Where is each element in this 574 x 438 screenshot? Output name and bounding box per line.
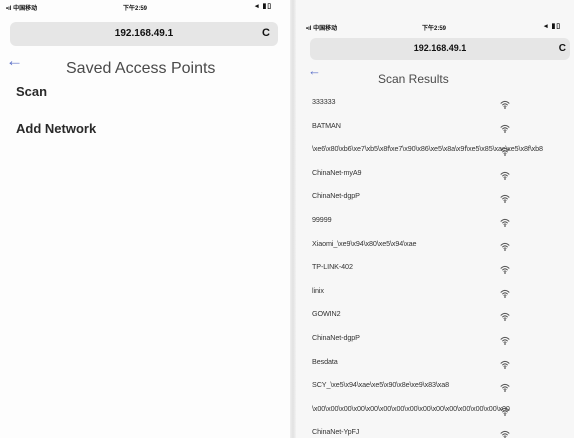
access-point-row[interactable]: \xe6\x80\xb6\xe7\xb5\x8f\xe7\x90\x86\xe5…	[312, 144, 574, 168]
address-bar[interactable]: 192.168.49.1 C	[10, 22, 278, 46]
saved-access-points-screen: •ıl 中国移动 下午2:59 ◂ ▮▯ 192.168.49.1 C ← Sa…	[0, 0, 290, 438]
wifi-signal-icon	[500, 148, 510, 157]
access-point-ssid: TP-LINK-402	[312, 262, 353, 272]
access-point-row[interactable]: ChinaNet-myA9	[312, 168, 574, 192]
add-network-menu-item[interactable]: Add Network	[16, 121, 96, 136]
access-point-ssid: ChinaNet-dgpP	[312, 191, 360, 201]
access-point-row[interactable]: 99999	[312, 215, 574, 239]
access-point-ssid: SCY_\xe5\x94\xae\xe5\x90\x8e\xe9\x83\xa8	[312, 380, 450, 390]
page-title: Scan Results	[378, 72, 449, 86]
wifi-signal-icon	[500, 407, 510, 416]
access-point-row[interactable]: ChinaNet-dgpP	[312, 191, 574, 215]
access-point-row[interactable]: GOWIN2	[312, 309, 574, 333]
wifi-signal-icon	[500, 124, 510, 133]
page-title: Saved Access Points	[66, 60, 216, 77]
url-text: 192.168.49.1	[114, 28, 174, 39]
clock-label: 下午2:59	[422, 26, 447, 32]
access-point-row[interactable]: 333333	[312, 97, 574, 121]
access-point-row[interactable]: ChinaNet-dgpP	[312, 333, 574, 357]
wifi-signal-icon	[500, 384, 510, 393]
access-point-ssid: GOWIN2	[312, 309, 341, 319]
wifi-signal-icon	[500, 336, 510, 345]
access-point-row[interactable]: linix	[312, 286, 574, 310]
battery-icon: ◂ ▮▯	[255, 3, 273, 10]
access-point-ssid: BATMAN	[312, 120, 341, 130]
access-point-row[interactable]: ChinaNet-YpFJ	[312, 427, 574, 438]
access-point-ssid: ChinaNet-YpFJ	[312, 427, 360, 437]
clock-label: 下午2:59	[123, 6, 148, 12]
wifi-signal-icon	[500, 266, 510, 275]
carrier-label: •ıl 中国移动	[6, 6, 38, 12]
access-point-ssid: 99999	[312, 214, 332, 224]
wifi-signal-icon	[500, 360, 510, 369]
status-bar: •ıl 中国移动 下午2:59 ◂ ▮▯	[0, 0, 290, 14]
address-bar[interactable]: 192.168.49.1 C	[310, 38, 570, 60]
back-arrow-icon[interactable]: ←	[308, 64, 321, 77]
access-point-ssid: 333333	[312, 97, 336, 106]
access-point-ssid: ChinaNet-dgpP	[312, 332, 360, 342]
access-point-ssid: \x00\x00\x00\x00\x00\x00\x00\x00\x00\x00…	[312, 403, 510, 413]
access-point-ssid: ChinaNet-myA9	[312, 167, 362, 177]
scan-results-screen: •ıl 中国移动 下午2:59 ◂ ▮▯ 192.168.49.1 C ← Sc…	[296, 0, 574, 438]
access-point-row[interactable]: \x00\x00\x00\x00\x00\x00\x00\x00\x00\x00…	[312, 404, 574, 428]
battery-icon: ◂ ▮▯	[544, 23, 562, 30]
wifi-signal-icon	[500, 313, 510, 322]
access-point-list: 333333 BATMAN \xe6\x80\xb6\xe7\xb5\x8f\xe7…	[312, 97, 574, 438]
access-point-ssid: Besdata	[312, 356, 338, 366]
wifi-signal-icon	[500, 431, 510, 438]
access-point-ssid: Xiaomi_\xe9\x94\x80\xe5\x94\xae	[312, 238, 417, 248]
access-point-row[interactable]: Besdata	[312, 357, 574, 381]
wifi-signal-icon	[500, 100, 510, 109]
wifi-signal-icon	[500, 195, 510, 204]
carrier-label: •ıl 中国移动	[306, 26, 338, 32]
status-bar: •ıl 中国移动 下午2:59 ◂ ▮▯	[296, 20, 574, 34]
wifi-signal-icon	[500, 289, 510, 298]
wifi-signal-icon	[500, 218, 510, 227]
access-point-row[interactable]: BATMAN	[312, 121, 574, 145]
access-point-row[interactable]: SCY_\xe5\x94\xae\xe5\x90\x8e\xe9\x83\xa8	[312, 380, 574, 404]
access-point-row[interactable]: TP-LINK-402	[312, 262, 574, 286]
reload-icon[interactable]: C	[559, 43, 566, 54]
access-point-row[interactable]: Xiaomi_\xe9\x94\x80\xe5\x94\xae	[312, 239, 574, 263]
screenshot-stage: •ıl 中国移动 下午2:59 ◂ ▮▯ 192.168.49.1 C ← Sa…	[0, 0, 574, 438]
back-arrow-icon[interactable]: ←	[6, 52, 23, 69]
access-point-ssid: linix	[312, 285, 324, 295]
scan-menu-item[interactable]: Scan	[16, 84, 47, 99]
url-text: 192.168.49.1	[413, 43, 467, 53]
wifi-signal-icon	[500, 242, 510, 251]
wifi-signal-icon	[500, 171, 510, 180]
reload-icon[interactable]: C	[262, 27, 270, 39]
